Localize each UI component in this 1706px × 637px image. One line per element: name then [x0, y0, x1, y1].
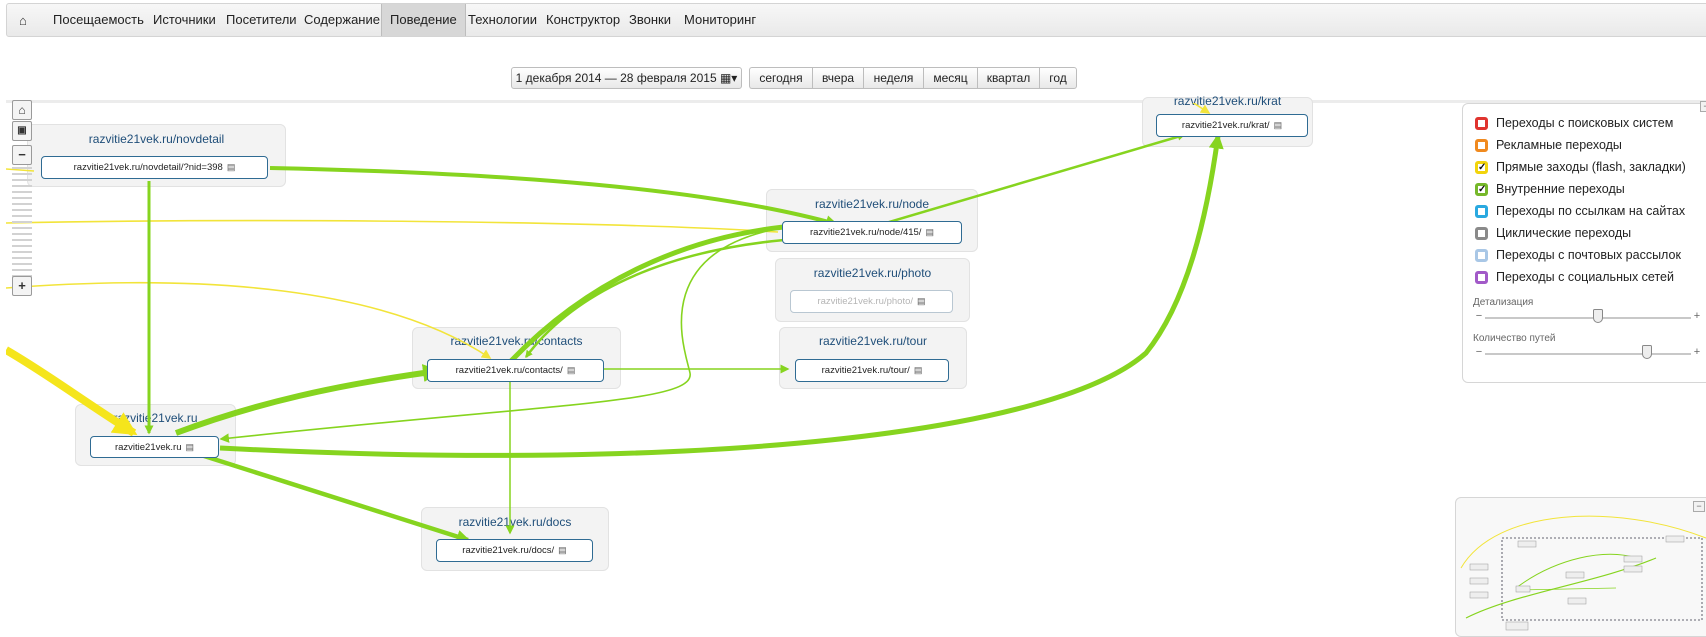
detail-slider-label: Детализация [1473, 297, 1534, 308]
nav-item-visitors[interactable]: Посетители [226, 4, 297, 36]
edge-internal [219, 227, 782, 443]
edge-internal [885, 133, 1186, 225]
page-node-label: razvitie21vek.ru/contacts/ [455, 365, 563, 376]
checkbox-icon[interactable] [1475, 271, 1488, 284]
edge-direct [6, 281, 492, 359]
zoom-in-button[interactable]: + [12, 276, 32, 296]
edge-internal [219, 133, 1224, 458]
plus-icon[interactable]: + [1691, 347, 1703, 359]
legend-label: Переходы с социальных сетей [1496, 270, 1674, 284]
period-week-button[interactable]: неделя [863, 67, 923, 89]
page-node-krat[interactable]: razvitie21vek.ru/krat/ ▤ [1156, 114, 1308, 137]
external-link-icon[interactable]: ▤ [914, 360, 923, 381]
external-link-icon[interactable]: ▤ [1274, 115, 1283, 136]
reset-view-icon[interactable]: ⌂ [12, 100, 32, 120]
period-year-button[interactable]: год [1039, 67, 1077, 89]
page-node-label: razvitie21vek.ru/krat/ [1181, 120, 1270, 131]
nav-item-technologies[interactable]: Технологии [468, 4, 537, 36]
detail-slider-knob[interactable] [1593, 309, 1603, 323]
page-node-docs[interactable]: razvitie21vek.ru/docs/▤ [436, 539, 593, 562]
edge-internal [524, 238, 785, 359]
top-navigation: ⌂ Посещаемость Источники Посетители Соде… [6, 3, 1706, 37]
legend-label: Переходы с поисковых систем [1496, 116, 1674, 130]
detail-slider[interactable]: − + [1473, 309, 1703, 325]
legend-label: Циклические переходы [1496, 226, 1632, 240]
legend-label: Переходы по ссылкам на сайтах [1496, 204, 1686, 218]
page-node-label: razvitie21vek.ru/node/415/ [810, 227, 922, 238]
edge-internal [269, 166, 838, 228]
zoom-slider[interactable] [12, 167, 32, 285]
checkbox-icon[interactable] [1475, 227, 1488, 240]
nav-item-monitoring[interactable]: Мониторинг [684, 4, 756, 36]
legend-label: Переходы с почтовых рассылок [1496, 248, 1681, 262]
nav-item-sources[interactable]: Источники [153, 4, 216, 36]
fit-view-icon[interactable]: ▣ [12, 121, 32, 141]
page-node-label: razvitie21vek.ru/docs/ [462, 545, 555, 556]
paths-slider-label: Количество путей [1473, 333, 1556, 344]
checkbox-icon[interactable] [1475, 205, 1488, 218]
collapse-legend-button[interactable]: − [1700, 101, 1706, 112]
page-node-tour[interactable]: razvitie21vek.ru/tour/ ▤ [795, 359, 949, 382]
edge-internal [174, 364, 441, 436]
nav-item-constructor[interactable]: Конструктор [546, 4, 620, 36]
legend-label: Рекламные переходы [1496, 138, 1622, 152]
page-node-photo[interactable]: razvitie21vek.ru/photo/▤ [790, 290, 953, 313]
period-quarter-button[interactable]: квартал [977, 67, 1039, 89]
edge-internal [509, 222, 807, 363]
behavior-graph[interactable]: razvitie21vek.ru/novdetail razvitie21vek… [6, 94, 1706, 636]
legend-label: Прямые заходы (flash, закладки) [1496, 160, 1686, 174]
date-range-picker[interactable]: 1 декабря 2014 — 28 февраля 2015 ▦▾ [511, 67, 742, 89]
collapse-minimap-button[interactable]: − [1693, 501, 1705, 512]
edges-layer [6, 103, 1224, 544]
paths-slider[interactable]: − + [1473, 345, 1703, 361]
plus-icon[interactable]: + [1691, 311, 1703, 323]
checkbox-icon[interactable] [1475, 249, 1488, 262]
nav-item-attendance[interactable]: Посещаемость [53, 4, 144, 36]
period-yesterday-button[interactable]: вчера [812, 67, 863, 89]
nav-item-content[interactable]: Содержание [304, 4, 380, 36]
external-link-icon[interactable]: ▤ [558, 540, 567, 561]
legend-label: Внутренние переходы [1496, 182, 1625, 196]
minus-icon[interactable]: − [1473, 347, 1485, 359]
minimap[interactable]: − [1455, 497, 1706, 637]
page-node-node-415[interactable]: razvitie21vek.ru/node/415/▤ [782, 221, 962, 244]
paths-slider-knob[interactable] [1642, 345, 1652, 359]
page-node-label: razvitie21vek.ru/tour/ [821, 365, 910, 376]
edge-internal [200, 452, 471, 544]
page-node-label: razvitie21vek.ru/novdetail/?nid=398 [73, 162, 223, 173]
nav-item-calls[interactable]: Звонки [629, 4, 671, 36]
zoom-out-button[interactable]: − [12, 145, 32, 165]
minus-icon[interactable]: − [1473, 311, 1485, 323]
period-today-button[interactable]: сегодня [749, 67, 812, 89]
checkbox-icon[interactable] [1475, 117, 1488, 130]
external-link-icon[interactable]: ▤ [917, 291, 926, 312]
calendar-icon: ▦▾ [719, 71, 738, 85]
minimap-preview [1460, 515, 1706, 631]
page-node-contacts[interactable]: razvitie21vek.ru/contacts/ ▤ [427, 359, 604, 382]
home-icon[interactable]: ⌂ [19, 13, 27, 28]
page-node-root[interactable]: razvitie21vek.ru ▤ [90, 436, 219, 458]
page-node-label: razvitie21vek.ru/photo/ [817, 296, 914, 307]
edge-direct [6, 219, 779, 233]
edge-direct-main [6, 346, 138, 437]
legend-panel: − Переходы с поисковых систем Рекламные … [1462, 101, 1706, 383]
external-link-icon[interactable]: ▤ [227, 157, 236, 178]
external-link-icon[interactable]: ▤ [186, 437, 195, 457]
external-link-icon[interactable]: ▤ [925, 222, 934, 243]
external-link-icon[interactable]: ▤ [567, 360, 576, 381]
checkbox-icon[interactable] [1475, 139, 1488, 152]
date-range-label: 1 декабря 2014 — 28 февраля 2015 [515, 71, 717, 85]
page-node-label: razvitie21vek.ru [114, 442, 182, 453]
period-month-button[interactable]: месяц [923, 67, 977, 89]
checkbox-checked-icon[interactable]: ✓ [1475, 161, 1488, 174]
page-node-novdetail[interactable]: razvitie21vek.ru/novdetail/?nid=398 ▤ [41, 156, 268, 179]
nav-item-behavior[interactable]: Поведение [381, 4, 466, 36]
edge-direct [1192, 103, 1211, 114]
checkbox-checked-icon[interactable]: ✓ [1475, 183, 1488, 196]
